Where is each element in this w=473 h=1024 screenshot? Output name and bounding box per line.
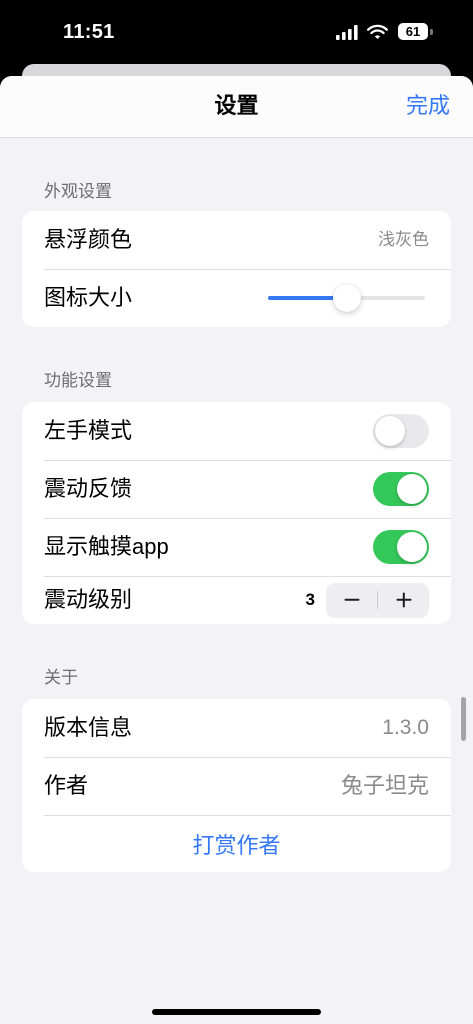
nav-bar: 设置 完成 — [0, 76, 473, 138]
battery-icon: 61 — [398, 23, 428, 40]
section-header-about: 关于 — [44, 668, 78, 687]
tip-row[interactable]: 打赏作者 — [22, 815, 451, 872]
done-button[interactable]: 完成 — [406, 76, 450, 136]
float-color-row[interactable]: 悬浮颜色 浅灰色 — [22, 211, 451, 269]
float-color-label: 悬浮颜色 — [44, 226, 133, 252]
haptic-feedback-row: 震动反馈 — [22, 460, 451, 518]
minus-icon — [326, 583, 377, 618]
settings-sheet: 设置 完成 外观设置 悬浮颜色 浅灰色 图标大小 功能设置 左手模式 震动反馈 … — [0, 76, 473, 1024]
icon-size-slider[interactable] — [268, 283, 425, 313]
toggle-knob — [375, 416, 405, 446]
version-row: 版本信息 1.3.0 — [22, 699, 451, 757]
haptic-feedback-toggle[interactable] — [373, 472, 429, 506]
version-label: 版本信息 — [44, 714, 133, 740]
scroll-indicator[interactable] — [461, 697, 466, 741]
plus-icon — [378, 583, 429, 618]
vibration-level-stepper — [326, 582, 429, 618]
toggle-knob — [397, 474, 427, 504]
wifi-icon — [366, 23, 389, 40]
author-row: 作者 兔子坦克 — [22, 757, 451, 815]
battery-percent: 61 — [405, 24, 421, 39]
version-value: 1.3.0 — [382, 716, 429, 740]
appearance-group: 悬浮颜色 浅灰色 图标大小 — [22, 211, 451, 327]
tip-author-button[interactable]: 打赏作者 — [192, 828, 280, 860]
status-time: 11:51 — [63, 21, 115, 43]
about-group: 版本信息 1.3.0 作者 兔子坦克 打赏作者 — [22, 699, 451, 872]
vibration-level-row: 震动级别 3 — [22, 576, 451, 624]
features-group: 左手模式 震动反馈 显示触摸app 震动级别 3 — [22, 402, 451, 624]
battery-cap — [430, 29, 433, 35]
vibration-level-control: 3 — [305, 582, 429, 618]
show-touch-app-toggle[interactable] — [373, 530, 429, 564]
toggle-knob — [397, 532, 427, 562]
author-label: 作者 — [44, 772, 89, 798]
show-touch-app-row: 显示触摸app — [22, 518, 451, 576]
vibration-level-label: 震动级别 — [44, 586, 133, 612]
left-hand-mode-row: 左手模式 — [22, 402, 451, 460]
left-hand-mode-toggle[interactable] — [373, 414, 429, 448]
icon-size-row: 图标大小 — [22, 269, 451, 327]
cellular-signal-icon — [336, 25, 358, 40]
icon-size-label: 图标大小 — [44, 284, 133, 310]
section-header-features: 功能设置 — [44, 371, 112, 390]
slider-thumb[interactable] — [332, 284, 361, 312]
float-color-value: 浅灰色 — [378, 229, 429, 249]
status-bar: 11:51 61 — [0, 0, 473, 64]
home-indicator[interactable] — [152, 1009, 321, 1015]
vibration-level-value: 3 — [305, 590, 315, 609]
author-value: 兔子坦克 — [340, 772, 429, 798]
section-header-appearance: 外观设置 — [44, 182, 112, 201]
increment-button[interactable] — [378, 583, 429, 618]
left-hand-mode-label: 左手模式 — [44, 417, 133, 443]
haptic-feedback-label: 震动反馈 — [44, 475, 133, 501]
show-touch-app-label: 显示触摸app — [44, 533, 169, 559]
decrement-button[interactable] — [326, 583, 377, 618]
page-title: 设置 — [214, 93, 259, 118]
